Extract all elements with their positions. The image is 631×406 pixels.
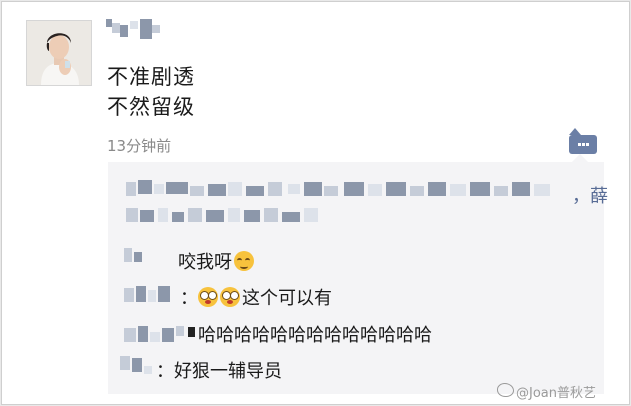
- moments-post-card: 不准剧透 不然留级 13分钟前 咬我呀 ： 这个可以有 哈哈哈哈哈哈哈哈哈哈哈哈…: [1, 1, 630, 405]
- comment-2[interactable]: ： 这个可以有: [180, 287, 332, 311]
- comments-panel: 咬我呀 ：这个可以有 哈哈哈哈哈哈哈哈哈哈哈哈哈 ：好狠一辅导员: [108, 154, 604, 394]
- username-blurred[interactable]: [106, 19, 166, 45]
- comment-4[interactable]: ：好狠一辅导员: [156, 360, 282, 384]
- blur-edge-mark: [188, 327, 195, 337]
- shocked-face-emoji: [198, 287, 218, 307]
- comment-1-text: 咬我呀: [178, 252, 232, 273]
- blurred-author-tail[interactable]: ，薛: [572, 182, 608, 208]
- comment-1[interactable]: 咬我呀: [178, 251, 254, 275]
- blush-smile-emoji: [234, 251, 254, 271]
- comment-3[interactable]: 哈哈哈哈哈哈哈哈哈哈哈哈哈: [188, 324, 432, 348]
- shocked-face-emoji: [220, 287, 240, 307]
- avatar[interactable]: [26, 20, 92, 86]
- weibo-icon: [497, 383, 514, 397]
- post-timestamp: 13分钟前: [107, 137, 172, 155]
- comment-2-prefix: ：: [180, 288, 198, 309]
- watermark-text: @Joan普秋艺: [516, 386, 596, 401]
- post-text-line-1: 不准剧透: [107, 65, 195, 89]
- comment-3-text: 哈哈哈哈哈哈哈哈哈哈哈哈哈: [198, 325, 432, 346]
- comment-2-text: 这个可以有: [242, 288, 332, 309]
- comment-4-text: 好狠一辅导员: [174, 361, 282, 382]
- avatar-photo: [27, 21, 91, 85]
- comment-icon[interactable]: [569, 128, 597, 154]
- comment-4-prefix: ：: [156, 361, 174, 382]
- post-text-line-2: 不然留级: [107, 95, 195, 119]
